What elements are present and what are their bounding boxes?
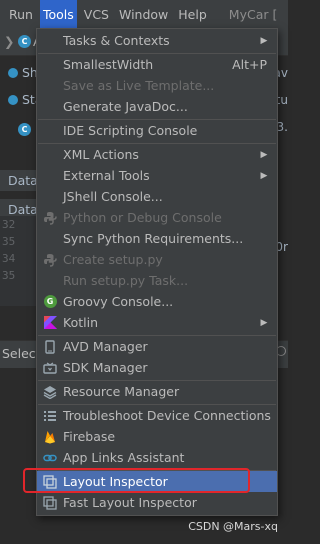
menu-item-smallest-width[interactable]: SmallestWidth Alt+P: [37, 54, 277, 75]
data-tab-1[interactable]: Data: [0, 170, 40, 192]
menu-item-label: Kotlin: [63, 315, 98, 330]
menu-item-label: Run setup.py Task...: [63, 273, 189, 288]
submenu-arrow-icon: ▶: [260, 149, 268, 160]
class-icon-bg: C: [18, 120, 31, 136]
menu-item-kotlin[interactable]: Kotlin ▶: [37, 312, 277, 333]
menu-item-save-live-template: Save as Live Template...: [37, 75, 277, 96]
menu-item-label: App Links Assistant: [63, 450, 185, 465]
link-icon: [42, 450, 58, 466]
menu-item-label: XML Actions: [63, 147, 139, 162]
menu-item-app-links-assistant[interactable]: App Links Assistant: [37, 447, 277, 468]
menu-vcs[interactable]: VCS: [81, 0, 112, 30]
firebase-icon: [42, 429, 58, 445]
class-icon: C: [18, 123, 31, 136]
menu-window[interactable]: Window: [116, 0, 171, 30]
background-row-short: Short: [0, 61, 56, 85]
menu-item-label: Resource Manager: [63, 384, 180, 399]
line-number: 32: [2, 218, 16, 231]
select-label[interactable]: Select: [2, 346, 41, 361]
tools-menu: Tasks & Contexts ▶ SmallestWidth Alt+P S…: [36, 28, 278, 516]
menu-item-xml-actions[interactable]: XML Actions ▶: [37, 144, 277, 165]
menu-item-sdk-manager[interactable]: SDK Manager: [37, 357, 277, 378]
menu-bar: Run Tools VCS Window Help MyCar [: [0, 0, 288, 30]
kotlin-icon: [42, 315, 58, 331]
menu-item-label: Python or Debug Console: [63, 210, 222, 225]
layout-inspector-icon: [42, 495, 58, 511]
line-number: 35: [2, 269, 16, 282]
menu-item-label: External Tools: [63, 168, 150, 183]
watermark: CSDN @Mars-xq: [188, 520, 278, 533]
background-row-state: State: [0, 88, 55, 112]
menu-run[interactable]: Run: [6, 0, 36, 30]
menu-item-label: Sync Python Requirements...: [63, 231, 244, 246]
menu-item-label: Save as Live Template...: [63, 78, 215, 93]
shortcut-label: Alt+P: [232, 57, 267, 72]
menu-item-label: AVD Manager: [63, 339, 148, 354]
submenu-arrow-icon: ▶: [260, 35, 268, 46]
python-icon: [42, 210, 58, 226]
menu-item-sync-python-requirements[interactable]: Sync Python Requirements...: [37, 228, 277, 249]
menu-item-fast-layout-inspector[interactable]: Fast Layout Inspector: [37, 492, 277, 513]
menu-item-label: Create setup.py: [63, 252, 163, 267]
menu-item-groovy-console[interactable]: G Groovy Console...: [37, 291, 277, 312]
sdk-icon: [42, 360, 58, 376]
menu-item-label: IDE Scripting Console: [63, 123, 198, 138]
menu-item-label: SmallestWidth: [63, 57, 154, 72]
menu-tools[interactable]: Tools: [39, 0, 77, 30]
project-title: MyCar [: [228, 7, 278, 22]
list-icon: [42, 408, 58, 424]
menu-item-label: Tasks & Contexts: [63, 33, 170, 48]
resource-icon: [42, 384, 58, 400]
submenu-arrow-icon: ▶: [260, 170, 268, 181]
menu-item-resource-manager[interactable]: Resource Manager: [37, 381, 277, 402]
menu-item-jshell-console[interactable]: JShell Console...: [37, 186, 277, 207]
menu-item-label: Groovy Console...: [63, 294, 174, 309]
menu-item-label: SDK Manager: [63, 360, 148, 375]
menu-item-external-tools[interactable]: External Tools ▶: [37, 165, 277, 186]
menu-item-label: Troubleshoot Device Connections: [63, 408, 271, 423]
menu-item-tasks-contexts[interactable]: Tasks & Contexts ▶: [37, 30, 277, 51]
menu-item-run-setup-py-task: Run setup.py Task...: [37, 270, 277, 291]
menu-item-label: JShell Console...: [63, 189, 163, 204]
python-icon: [42, 252, 58, 268]
line-number: 34: [2, 252, 16, 265]
menu-item-create-setup-py: Create setup.py: [37, 249, 277, 270]
menu-item-ide-scripting-console[interactable]: IDE Scripting Console: [37, 120, 277, 141]
menu-item-label: Fast Layout Inspector: [63, 495, 197, 510]
line-number-gutter: 32 35 34 35: [0, 216, 40, 306]
groovy-icon: G: [42, 294, 58, 310]
menu-item-python-debug-console: Python or Debug Console: [37, 207, 277, 228]
annotation-highlight-box: [23, 468, 250, 493]
menu-item-label: Firebase: [63, 429, 116, 444]
menu-item-troubleshoot-device-connections[interactable]: Troubleshoot Device Connections: [37, 405, 277, 426]
menu-item-firebase[interactable]: Firebase: [37, 426, 277, 447]
field-icon: [8, 95, 18, 105]
menu-item-label: Generate JavaDoc...: [63, 99, 188, 114]
chevron-right-icon: ❯: [4, 34, 15, 49]
submenu-arrow-icon: ▶: [260, 317, 268, 328]
menu-help[interactable]: Help: [175, 0, 210, 30]
class-icon: C: [18, 35, 31, 48]
field-icon: [8, 68, 18, 78]
line-number: 35: [2, 235, 16, 248]
menu-item-avd-manager[interactable]: AVD Manager: [37, 336, 277, 357]
avd-icon: [42, 339, 58, 355]
menu-item-generate-javadoc[interactable]: Generate JavaDoc...: [37, 96, 277, 117]
